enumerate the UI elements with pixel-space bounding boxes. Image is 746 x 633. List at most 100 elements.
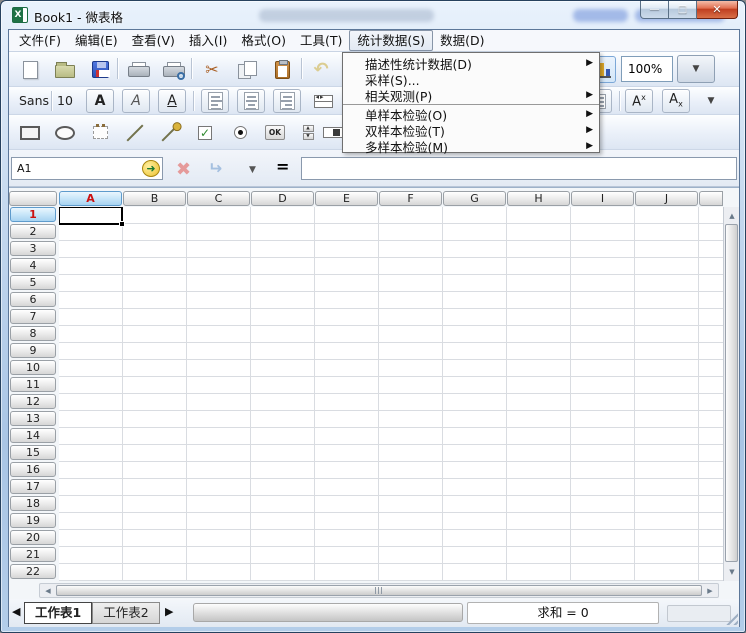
menubar-item[interactable]: 插入(I) [182, 30, 234, 51]
scroll-down-button[interactable]: ▼ [725, 565, 739, 579]
scroll-right-button[interactable]: ▶ [703, 584, 717, 597]
menu-item[interactable]: 相关观测(P)▶ [343, 87, 599, 103]
row-header[interactable]: 1 [10, 207, 56, 222]
sheet-tab-next-button[interactable]: ▶ [165, 605, 173, 618]
insert-spinbutton-button[interactable]: ▲▼ [294, 119, 322, 146]
horizontal-scrollbar[interactable]: ◀ ▶ [39, 583, 719, 598]
align-right-button[interactable] [273, 89, 301, 113]
font-name-selector[interactable]: Sans [19, 87, 49, 115]
insert-pushbutton-button[interactable]: OK [261, 119, 289, 146]
sheet-grid[interactable] [59, 207, 723, 581]
column-header[interactable]: C [187, 191, 250, 206]
minimize-button[interactable]: — [640, 1, 669, 19]
cut-button[interactable]: ✂ [198, 56, 226, 83]
column-header-partial[interactable] [699, 191, 723, 206]
row-header[interactable]: 21 [10, 547, 56, 562]
draw-arrow-button[interactable] [156, 119, 184, 146]
menubar-item[interactable]: 编辑(E) [68, 30, 125, 51]
open-button[interactable] [51, 56, 79, 83]
menubar-item[interactable]: 数据(D) [433, 30, 491, 51]
row-header[interactable]: 2 [10, 224, 56, 239]
align-left-button[interactable] [201, 89, 229, 113]
row-header[interactable]: 18 [10, 496, 56, 511]
scroll-left-button[interactable]: ◀ [41, 584, 55, 597]
row-header[interactable]: 8 [10, 326, 56, 341]
row-header[interactable]: 6 [10, 292, 56, 307]
fill-handle[interactable] [119, 221, 125, 227]
sheet-tab[interactable]: 工作表2 [92, 602, 159, 624]
menubar-item[interactable]: 格式(O) [234, 30, 293, 51]
menu-item[interactable]: 多样本检验(M)▶ [343, 138, 599, 154]
toolbar-overflow-button[interactable]: ▼ [701, 89, 721, 113]
row-header[interactable]: 9 [10, 343, 56, 358]
italic-button[interactable]: A [122, 89, 150, 113]
cancel-entry-button[interactable]: ✖ [176, 161, 191, 179]
row-header[interactable]: 17 [10, 479, 56, 494]
row-header[interactable]: 22 [10, 564, 56, 579]
equals-button[interactable]: = [276, 159, 289, 175]
menubar-item[interactable]: 查看(V) [125, 30, 182, 51]
draw-ellipse-button[interactable] [51, 119, 79, 146]
row-header[interactable]: 12 [10, 394, 56, 409]
vertical-scrollbar-thumb[interactable] [725, 224, 738, 562]
new-button[interactable] [16, 56, 44, 83]
vertical-scrollbar[interactable]: ▲ ▼ [723, 207, 739, 581]
copy-button[interactable] [233, 56, 261, 83]
print-button[interactable] [124, 56, 152, 83]
subscript-button[interactable]: Ax [662, 89, 690, 113]
column-header[interactable]: E [315, 191, 378, 206]
merge-cells-button[interactable] [309, 89, 337, 113]
row-header[interactable]: 11 [10, 377, 56, 392]
save-button[interactable] [86, 56, 114, 83]
column-header[interactable]: G [443, 191, 506, 206]
paste-button[interactable] [268, 56, 296, 83]
cell-name-box[interactable]: A1 ➜ [11, 157, 163, 180]
row-header[interactable]: 4 [10, 258, 56, 273]
row-header[interactable]: 10 [10, 360, 56, 375]
draw-frame-button[interactable] [86, 119, 114, 146]
row-header[interactable]: 3 [10, 241, 56, 256]
superscript-button[interactable]: Ax [625, 89, 653, 113]
accept-entry-button[interactable]: ↵ [208, 161, 222, 178]
row-header[interactable]: 7 [10, 309, 56, 324]
column-header[interactable]: A [59, 191, 122, 206]
sheet-tab[interactable]: 工作表1 [24, 602, 92, 624]
zoom-input[interactable]: 100% [621, 56, 673, 82]
bold-button[interactable]: A [86, 89, 114, 113]
column-header[interactable]: J [635, 191, 698, 206]
horizontal-scrollbar-thumb[interactable] [56, 585, 702, 596]
column-header[interactable]: D [251, 191, 314, 206]
formula-input[interactable] [301, 157, 737, 180]
row-header[interactable]: 19 [10, 513, 56, 528]
formula-dropdown-button[interactable]: ▼ [249, 166, 256, 175]
draw-line-button[interactable] [121, 119, 149, 146]
maximize-button[interactable]: □ [669, 1, 697, 19]
column-header[interactable]: F [379, 191, 442, 206]
row-header[interactable]: 13 [10, 411, 56, 426]
scroll-up-button[interactable]: ▲ [725, 209, 739, 223]
menubar-item[interactable]: 工具(T) [293, 30, 349, 51]
row-header[interactable]: 14 [10, 428, 56, 443]
menubar-item[interactable]: 统计数据(S) [349, 30, 433, 51]
jump-to-cell-button[interactable]: ➜ [142, 160, 160, 177]
row-header[interactable]: 20 [10, 530, 56, 545]
insert-radio-button[interactable] [226, 119, 254, 146]
row-header[interactable]: 5 [10, 275, 56, 290]
column-header[interactable]: I [571, 191, 634, 206]
sheet-tab-prev-button[interactable]: ◀ [12, 605, 20, 618]
zoom-dropdown-button[interactable]: ▼ [677, 55, 715, 83]
close-button[interactable]: ✕ [697, 1, 738, 19]
underline-button[interactable]: A [158, 89, 186, 113]
print-preview-button[interactable] [159, 56, 187, 83]
title-bar[interactable]: X Book1 - 微表格 — □ ✕ [1, 1, 746, 29]
font-size-selector[interactable]: 10 [57, 87, 73, 115]
undo-button[interactable]: ↶ [307, 56, 335, 83]
insert-checkbox-button[interactable]: ✓ [191, 119, 219, 146]
row-header[interactable]: 15 [10, 445, 56, 460]
row-header[interactable]: 16 [10, 462, 56, 477]
align-center-button[interactable] [237, 89, 265, 113]
column-header[interactable]: B [123, 191, 186, 206]
draw-rectangle-button[interactable] [16, 119, 44, 146]
column-header[interactable]: H [507, 191, 570, 206]
select-all-corner-button[interactable] [9, 191, 57, 206]
